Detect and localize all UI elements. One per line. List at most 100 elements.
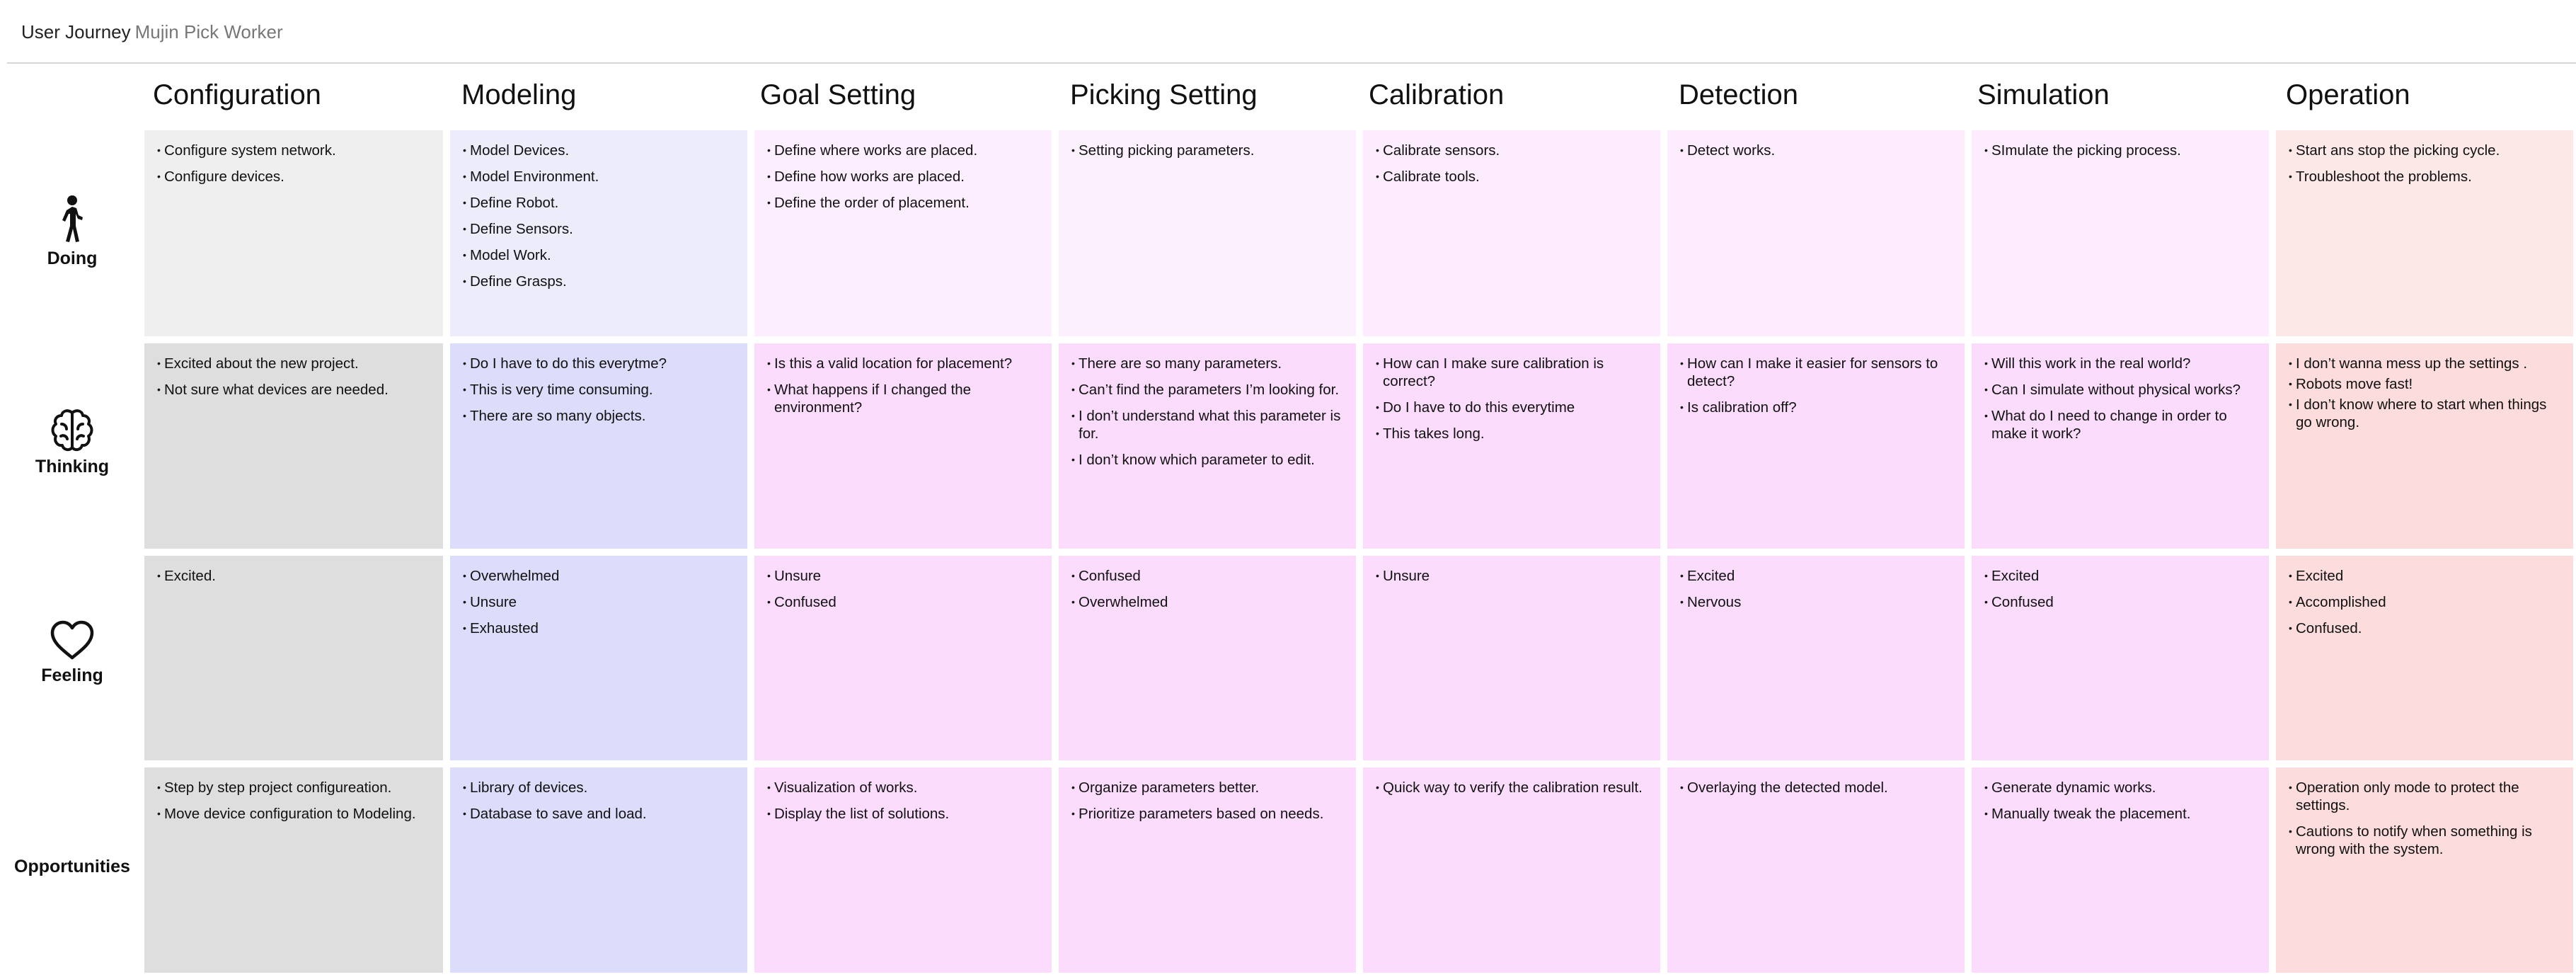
bullet-item: Define Grasps. — [463, 273, 735, 290]
bullet-list: Configure system network. Configure devic… — [157, 142, 430, 185]
cell-opportunities-configuration: Step by step project configureation. Move… — [144, 767, 443, 973]
bullet-item: Define where works are placed. — [767, 142, 1039, 159]
cell-doing-calibration: Calibrate sensors. Calibrate tools. — [1363, 130, 1660, 336]
title-text: User Journey — [21, 21, 131, 42]
bullet-list: Is this a valid location for placement? W… — [767, 355, 1039, 416]
cell-doing-operation: Start ans stop the picking cycle. Trouble… — [2276, 130, 2573, 336]
bullet-item: Model Devices. — [463, 142, 735, 159]
bullet-list: Do I have to do this everytme? This is ve… — [463, 355, 735, 425]
cell-doing-simulation: SImulate the picking process. — [1972, 130, 2269, 336]
bullet-item: I don’t wanna mess up the settings . — [2289, 355, 2560, 372]
bullet-item: I don’t understand what this parameter i… — [1071, 407, 1343, 442]
bullet-item: Unsure — [463, 593, 735, 611]
bullet-item: I don’t know where to start when things … — [2289, 396, 2560, 431]
bullet-item: There are so many objects. — [463, 407, 735, 425]
bullet-item: Troubleshoot the problems. — [2289, 168, 2560, 185]
bullet-item: Unsure — [1376, 567, 1648, 585]
cell-feeling-calibration: Unsure — [1363, 556, 1660, 760]
bullet-item: Calibrate sensors. — [1376, 142, 1648, 159]
bullet-item: Calibrate tools. — [1376, 168, 1648, 185]
bullet-list: Operation only mode to protect the setti… — [2289, 779, 2560, 858]
cell-thinking-picking-setting: There are so many parameters. Can’t find … — [1059, 343, 1356, 549]
bullet-item: Configure devices. — [157, 168, 430, 185]
cell-thinking-detection: How can I make it easier for sensors to … — [1667, 343, 1965, 549]
bullet-item: Do I have to do this everytme? — [463, 355, 735, 372]
bullet-list: Excited Nervous — [1680, 567, 1952, 611]
subtitle-text: Mujin Pick Worker — [134, 21, 283, 42]
bullet-item: What happens if I changed the environmen… — [767, 381, 1039, 416]
cell-opportunities-modeling: Library of devices. Database to save and … — [450, 767, 747, 973]
bullet-list: Model Devices. Model Environment. Define R… — [463, 142, 735, 290]
bullet-item: Overwhelmed — [1071, 593, 1343, 611]
cell-feeling-goal-setting: Unsure Confused — [754, 556, 1052, 760]
cell-doing-detection: Detect works. — [1667, 130, 1965, 336]
cell-feeling-configuration: Excited. — [144, 556, 443, 760]
cell-feeling-operation: Excited Accomplished Confused. — [2276, 556, 2573, 760]
cell-thinking-goal-setting: Is this a valid location for placement? W… — [754, 343, 1052, 549]
column-header-configuration: Configuration — [153, 79, 321, 110]
bullet-item: Will this work in the real world? — [1984, 355, 2256, 372]
bullet-item: How can I make it easier for sensors to … — [1680, 355, 1952, 390]
bullet-list: Quick way to verify the calibration resu… — [1376, 779, 1648, 796]
bullet-item: Prioritize parameters based on needs. — [1071, 805, 1343, 823]
bullet-item: There are so many parameters. — [1071, 355, 1343, 372]
bullet-list: Unsure Confused — [767, 567, 1039, 611]
bullet-list: Confused Overwhelmed — [1071, 567, 1343, 611]
row-label-text: Thinking — [35, 457, 110, 476]
cell-opportunities-picking-setting: Organize parameters better. Prioritize pa… — [1059, 767, 1356, 973]
bullet-list: How can I make sure calibration is corre… — [1376, 355, 1648, 442]
row-label-text: Opportunities — [14, 857, 130, 876]
bullet-item: Robots move fast! — [2289, 375, 2560, 393]
bullet-item: Accomplished — [2289, 593, 2560, 611]
bullet-item: Visualization of works. — [767, 779, 1039, 796]
bullet-list: Unsure — [1376, 567, 1648, 585]
bullet-item: Step by step project configureation. — [157, 779, 430, 796]
bullet-list: Start ans stop the picking cycle. Trouble… — [2289, 142, 2560, 185]
column-header-detection: Detection — [1679, 79, 1798, 110]
cell-feeling-detection: Excited Nervous — [1667, 556, 1965, 760]
bullet-list: Overlaying the detected model. — [1680, 779, 1952, 796]
cell-doing-modeling: Model Devices. Model Environment. Define R… — [450, 130, 747, 336]
cell-feeling-modeling: Overwhelmed Unsure Exhausted — [450, 556, 747, 760]
cell-thinking-operation: I don’t wanna mess up the settings . Robo… — [2276, 343, 2573, 549]
row-label-feeling: Feeling — [0, 620, 144, 686]
cell-doing-configuration: Configure system network. Configure devic… — [144, 130, 443, 336]
bullet-item: Quick way to verify the calibration resu… — [1376, 779, 1648, 796]
bullet-item: Not sure what devices are needed. — [157, 381, 430, 399]
bullet-item: Overlaying the detected model. — [1680, 779, 1952, 796]
bullet-item: Nervous — [1680, 593, 1952, 611]
bullet-item: How can I make sure calibration is corre… — [1376, 355, 1648, 390]
bullet-list: Excited Confused — [1984, 567, 2256, 611]
bullet-item: Cautions to notify when something is wro… — [2289, 823, 2560, 858]
bullet-item: Setting picking parameters. — [1071, 142, 1343, 159]
bullet-item: Excited — [2289, 567, 2560, 585]
bullet-item: Excited — [1680, 567, 1952, 585]
bullet-item: Model Environment. — [463, 168, 735, 185]
bullet-item: Define the order of placement. — [767, 194, 1039, 212]
bullet-item: Library of devices. — [463, 779, 735, 796]
bullet-list: There are so many parameters. Can’t find … — [1071, 355, 1343, 469]
bullet-list: Excited Accomplished Confused. — [2289, 567, 2560, 637]
bullet-list: Step by step project configureation. Move… — [157, 779, 430, 823]
row-label-thinking: Thinking — [0, 407, 144, 477]
bullet-list: Generate dynamic works. Manually tweak th… — [1984, 779, 2256, 823]
bullet-list: Library of devices. Database to save and … — [463, 779, 735, 823]
column-header-operation: Operation — [2286, 79, 2410, 110]
column-header-goal-setting: Goal Setting — [760, 79, 916, 110]
bullet-item: Exhausted — [463, 619, 735, 637]
bullet-item: Configure system network. — [157, 142, 430, 159]
bullet-item: Move device configuration to Modeling. — [157, 805, 430, 823]
bullet-list: Excited about the new project. Not sure w… — [157, 355, 430, 399]
cell-feeling-picking-setting: Confused Overwhelmed — [1059, 556, 1356, 760]
bullet-list: Define where works are placed. Define how… — [767, 142, 1039, 212]
column-header-modeling: Modeling — [461, 79, 577, 110]
bullet-item: SImulate the picking process. — [1984, 142, 2256, 159]
cell-thinking-modeling: Do I have to do this everytme? This is ve… — [450, 343, 747, 549]
row-label-text: Doing — [47, 248, 98, 268]
bullet-item: Excited. — [157, 567, 430, 585]
bullet-item: What do I need to change in order to mak… — [1984, 407, 2256, 442]
bullet-item: Confused — [767, 593, 1039, 611]
cell-opportunities-goal-setting: Visualization of works. Display the list … — [754, 767, 1052, 973]
bullet-item: Define Robot. — [463, 194, 735, 212]
cell-thinking-configuration: Excited about the new project. Not sure w… — [144, 343, 443, 549]
